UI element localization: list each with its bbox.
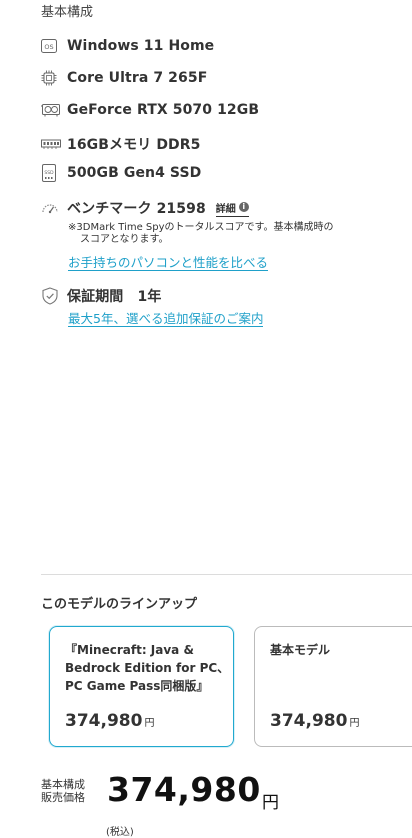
tax-note: (税込) [106,827,134,838]
warranty-link[interactable]: 最大5年、選べる追加保証のご案内 [68,311,264,327]
lineup-card-price: 374,980 円 [270,711,359,731]
section-title: 基本構成 [41,5,94,20]
compare-pc-link[interactable]: お手持ちのパソコンと性能を比べる [68,255,269,271]
lineup-card-price-yen: 円 [144,718,155,729]
gpu-icon [41,102,61,118]
lineup-card-name: 基本モデル [270,641,330,659]
lineup-card-basic[interactable]: 基本モデル 374,980 円 [254,626,412,747]
lineup-card-price-value: 374,980 [270,711,348,731]
warranty-label: 保証期間 1年 [67,289,162,305]
ssd-icon: SSD [41,164,57,182]
spec-storage: SSD 500GB Gen4 SSD [41,164,202,182]
lineup-card-price: 374,980 円 [65,711,154,731]
info-icon: i [238,202,249,212]
spec-os: OS Windows 11 Home [41,38,214,54]
lineup-card-name-line2: Bedrock Edition for PC、 [65,661,230,675]
spec-os-label: Windows 11 Home [67,38,215,54]
lineup-title: このモデルのラインアップ [41,597,198,612]
base-price-label: 基本構成 販売価格 [41,778,85,804]
base-price-yen: 円 [262,793,279,813]
base-price-label-line2: 販売価格 [41,791,85,804]
spec-warranty: 保証期間 1年 [41,286,161,306]
section-divider [41,574,412,575]
benchmark-detail-button[interactable]: 詳細 i [215,200,249,217]
spec-benchmark: ベンチマーク 21598 詳細 i [41,198,249,218]
lineup-card-name-line3: PC Game Pass同梱版』 [65,679,209,693]
lineup-card-minecraft[interactable]: 『Minecraft: Java & Bedrock Edition for P… [49,626,234,747]
benchmark-label: ベンチマーク 21598 [67,201,206,217]
spec-gpu-label: GeForce RTX 5070 12GB [67,102,260,118]
benchmark-note-line2: スコアとなります。 [80,234,169,245]
benchmark-detail-label: 詳細 [215,203,236,215]
cpu-icon [41,70,57,86]
memory-icon [41,136,61,152]
spec-cpu-label: Core Ultra 7 265F [67,70,208,86]
gauge-icon [41,200,59,216]
svg-text:OS: OS [44,43,53,51]
lineup-card-name-line1: 『Minecraft: Java & [65,643,194,657]
lineup-card-price-value: 374,980 [65,711,143,731]
lineup-card-name-line1: 基本モデル [270,643,331,657]
benchmark-note: ※3DMark Time Spyのトータルスコアです。基本構成時の スコアとなり… [68,222,378,246]
base-price-value: 374,980 [107,770,261,809]
svg-text:SSD: SSD [44,170,54,176]
shield-icon [41,287,59,305]
base-price-label-line1: 基本構成 [41,778,85,791]
spec-cpu: Core Ultra 7 265F [41,70,207,86]
lineup-card-price-yen: 円 [349,718,360,729]
spec-gpu: GeForce RTX 5070 12GB [41,102,259,118]
benchmark-note-line1: ※3DMark Time Spyのトータルスコアです。基本構成時の [68,222,334,233]
os-icon: OS [41,38,57,54]
spec-storage-label: 500GB Gen4 SSD [67,165,202,181]
spec-memory-label: 16GBメモリ DDR5 [67,137,201,153]
spec-memory: 16GBメモリ DDR5 [41,134,200,154]
lineup-card-name: 『Minecraft: Java & Bedrock Edition for P… [65,641,229,695]
